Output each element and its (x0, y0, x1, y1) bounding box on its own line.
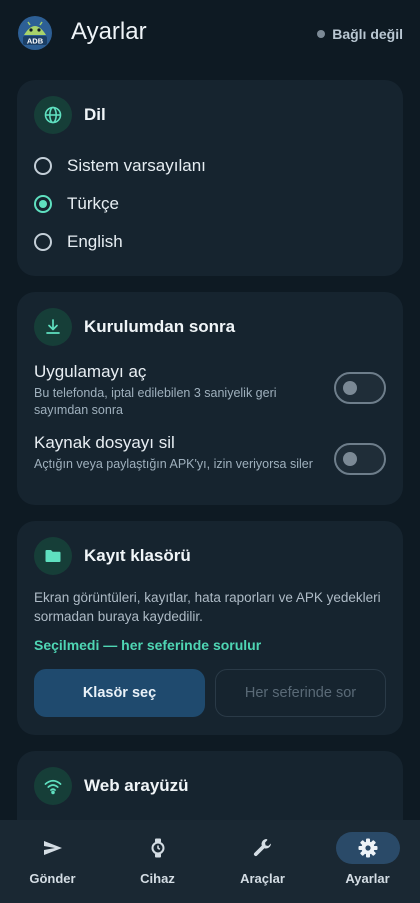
language-card-header: Dil (34, 96, 106, 134)
nav-item-tools[interactable]: Araçlar (210, 820, 315, 903)
language-option-label: English (67, 232, 123, 251)
folder-icon (34, 537, 72, 575)
open-app-description: Bu telefonda, iptal edilebilen 3 saniyel… (34, 386, 277, 417)
app-logo-text: ADB (27, 37, 44, 46)
page-title: Ayarlar (71, 18, 147, 45)
choose-folder-button[interactable]: Klasör seç (34, 669, 205, 717)
delete-source-toggle[interactable] (334, 443, 386, 475)
nav-label: Cihaz (140, 871, 175, 886)
status-dot-icon (317, 30, 326, 38)
radio-button[interactable] (34, 233, 52, 251)
globe-icon (34, 96, 72, 134)
radio-button[interactable] (34, 157, 52, 175)
wifi-icon (34, 767, 72, 805)
language-option-turkish[interactable]: Türkçe (34, 194, 119, 214)
watch-icon (126, 832, 190, 864)
nav-item-settings[interactable]: Ayarlar (315, 820, 420, 903)
app-logo-icon: ADB (17, 15, 53, 51)
language-option-english[interactable]: English (34, 232, 123, 252)
download-icon (34, 308, 72, 346)
radio-button-selected[interactable] (34, 195, 52, 213)
open-app-title: Uygulamayı aç (34, 362, 147, 381)
save-folder-card-header: Kayıt klasörü (34, 537, 191, 575)
open-app-toggle[interactable] (334, 372, 386, 404)
save-folder-description: Ekran görüntüleri, kayıtlar, hata raporl… (34, 590, 381, 624)
web-ui-card-header: Web arayüzü (34, 767, 189, 805)
toggle-knob (343, 452, 357, 466)
language-option-system[interactable]: Sistem varsayılanı (34, 156, 206, 176)
gear-icon (335, 832, 400, 864)
wrench-icon (231, 832, 295, 864)
delete-source-description: Açtığın veya paylaştığın APK'yı, izin ve… (34, 457, 313, 471)
connection-status-label: Bağlı değil (332, 26, 403, 42)
save-folder-status: Seçilmedi — her seferinde sorulur (34, 637, 262, 653)
send-icon (21, 832, 85, 864)
toggle-knob (343, 381, 357, 395)
post-install-card-header: Kurulumdan sonra (34, 308, 235, 346)
language-card-title: Dil (84, 105, 106, 124)
language-option-label: Türkçe (67, 194, 119, 213)
nav-label: Gönder (29, 871, 76, 886)
save-folder-card: Kayıt klasörü Ekran görüntüleri, kayıtla… (17, 521, 403, 735)
language-option-label: Sistem varsayılanı (67, 156, 206, 175)
post-install-card-title: Kurulumdan sonra (84, 317, 236, 336)
web-ui-card-title: Web arayüzü (84, 776, 189, 795)
nav-label: Araçlar (240, 871, 285, 886)
nav-item-send[interactable]: Gönder (0, 820, 105, 903)
app-header: ADB Ayarlar Bağlı değil (0, 0, 420, 70)
nav-item-device[interactable]: Cihaz (105, 820, 210, 903)
bottom-navigation: Gönder Cihaz Araçlar Ayarlar (0, 820, 420, 903)
save-folder-card-title: Kayıt klasörü (84, 546, 191, 565)
delete-source-title: Kaynak dosyayı sil (34, 433, 175, 452)
connection-status: Bağlı değil (317, 26, 403, 42)
post-install-card: Kurulumdan sonra Uygulamayı aç Bu telefo… (17, 292, 403, 505)
nav-label: Ayarlar (345, 871, 390, 886)
language-card: Dil Sistem varsayılanı Türkçe English (17, 80, 403, 276)
ask-every-time-button[interactable]: Her seferinde sor (215, 669, 386, 717)
